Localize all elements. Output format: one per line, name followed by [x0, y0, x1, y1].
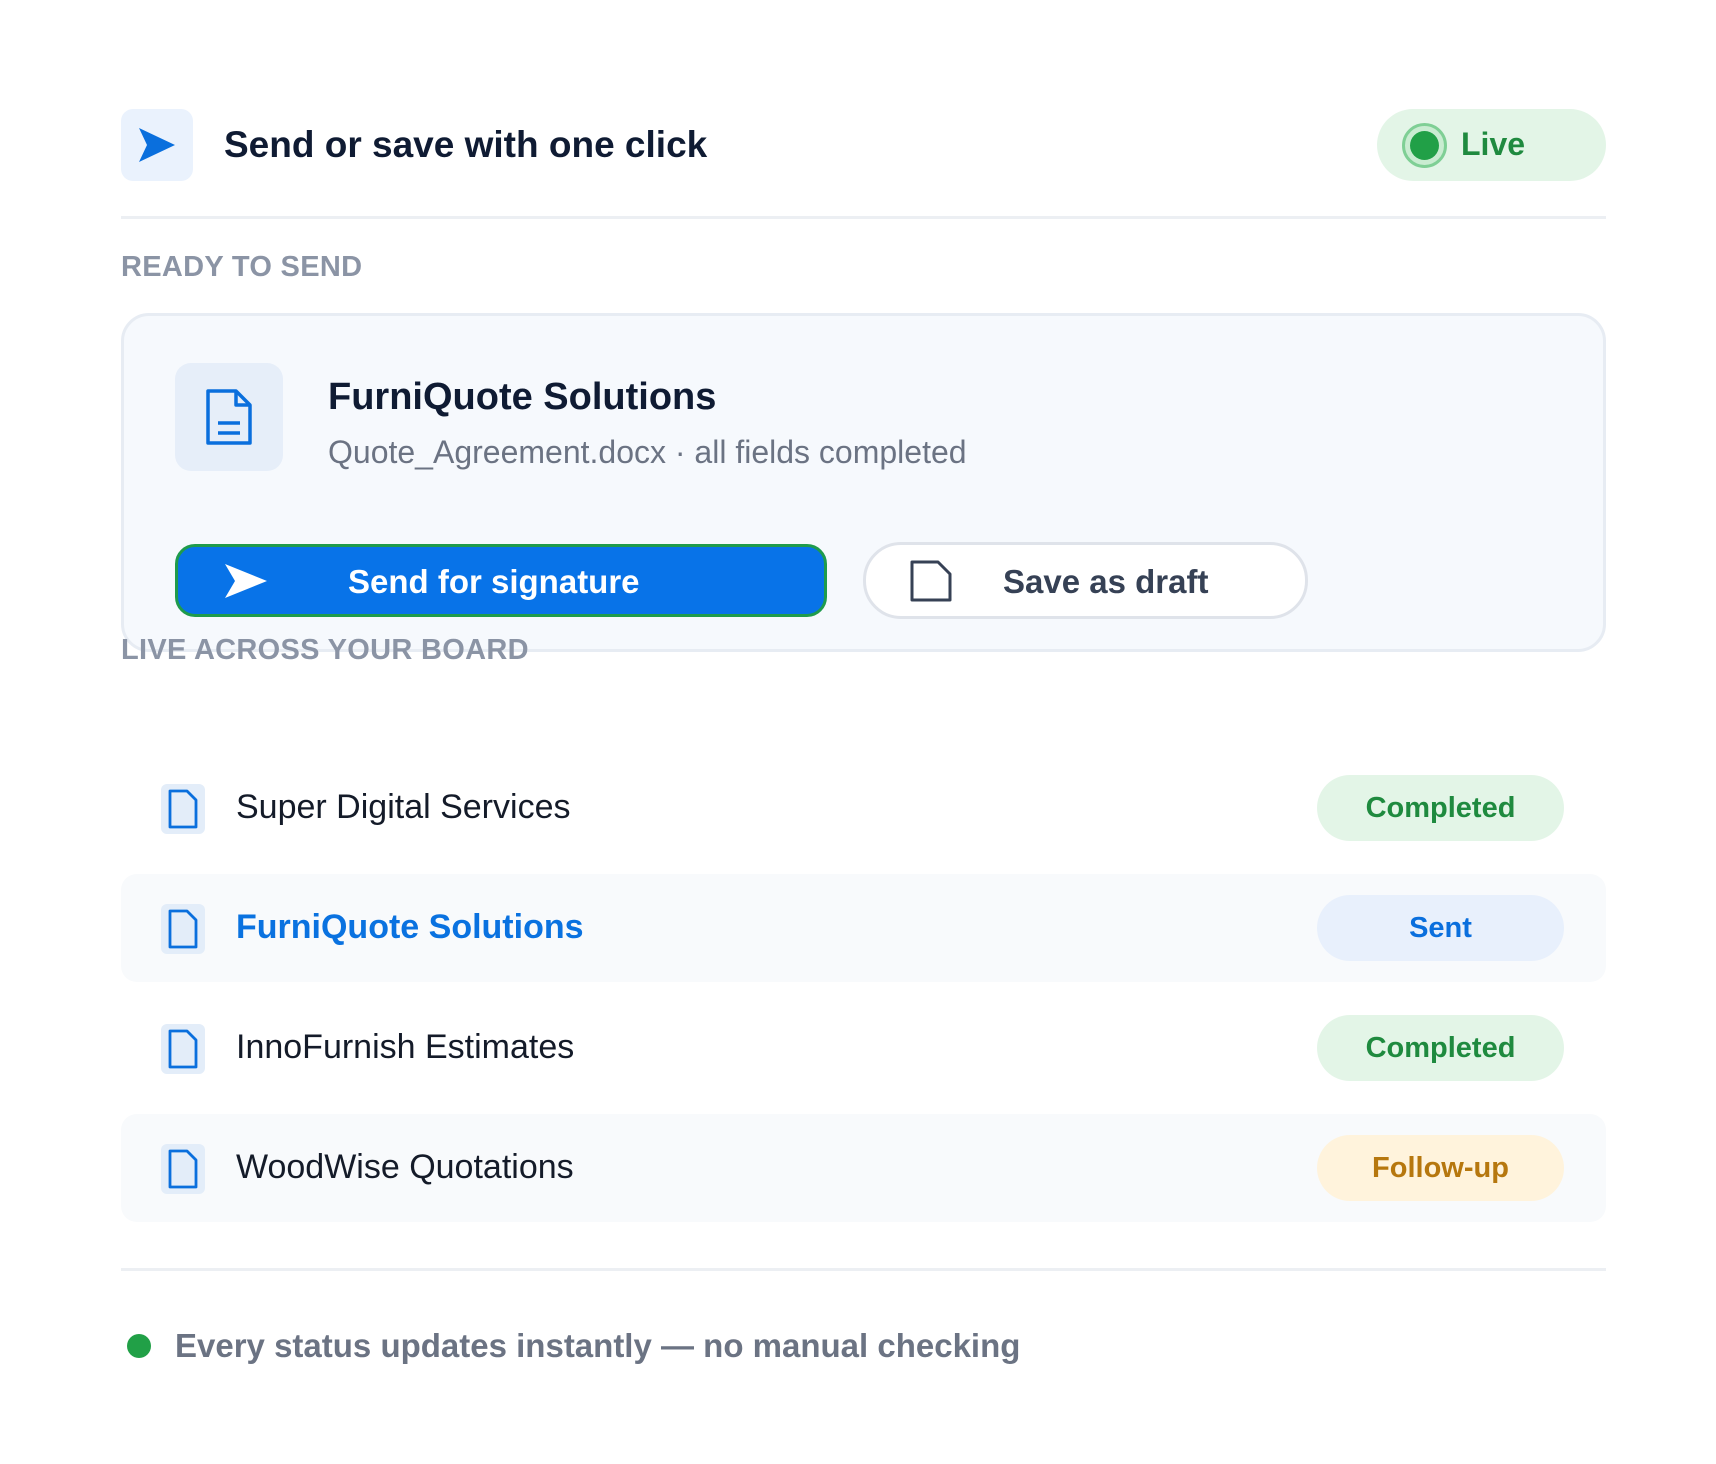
send-icon	[121, 109, 193, 181]
list-item[interactable]: WoodWise Quotations Follow-up	[121, 1114, 1606, 1222]
file-icon	[161, 1144, 205, 1194]
page-title: Send or save with one click	[224, 124, 708, 165]
list-item-name: InnoFurnish Estimates	[236, 1028, 575, 1066]
status-indicator-dot	[127, 1334, 151, 1358]
file-icon	[161, 784, 205, 834]
save-as-draft-button[interactable]: Save as draft	[863, 542, 1308, 619]
footer-note: Every status updates instantly — no manu…	[175, 1327, 1021, 1364]
status-badge: Completed	[1317, 1015, 1564, 1081]
live-indicator-dot	[1410, 131, 1439, 160]
card-title: FurniQuote Solutions	[328, 376, 717, 418]
live-status-badge: Live	[1377, 109, 1606, 181]
list-item[interactable]: InnoFurnish Estimates Completed	[121, 994, 1606, 1102]
card-subtitle: Quote_Agreement.docx · all fields comple…	[328, 434, 967, 470]
live-status-label: Live	[1461, 126, 1526, 162]
status-badge: Follow-up	[1317, 1135, 1564, 1201]
list-item[interactable]: Super Digital Services Completed	[121, 754, 1606, 862]
list-item-name: FurniQuote Solutions	[236, 908, 584, 946]
ready-section-label: READY TO SEND	[121, 251, 363, 283]
send-icon	[225, 564, 267, 598]
file-icon	[161, 904, 205, 954]
board-section-label: LIVE ACROSS YOUR BOARD	[121, 634, 529, 666]
draft-button-label: Save as draft	[1003, 563, 1209, 600]
header-divider	[121, 216, 1606, 219]
status-badge: Sent	[1317, 895, 1564, 961]
header: Send or save with one click Live	[121, 109, 1606, 181]
list-item[interactable]: FurniQuote Solutions Sent	[121, 874, 1606, 982]
document-icon	[175, 363, 283, 471]
send-button-label: Send for signature	[348, 563, 640, 600]
ready-to-send-card: FurniQuote Solutions Quote_Agreement.doc…	[121, 313, 1606, 652]
file-icon	[161, 1024, 205, 1074]
list-item-name: Super Digital Services	[236, 788, 571, 826]
status-badge: Completed	[1317, 775, 1564, 841]
send-for-signature-button[interactable]: Send for signature	[175, 544, 827, 617]
list-item-name: WoodWise Quotations	[236, 1148, 574, 1186]
footer-divider	[121, 1268, 1606, 1271]
draft-document-icon	[910, 560, 952, 602]
